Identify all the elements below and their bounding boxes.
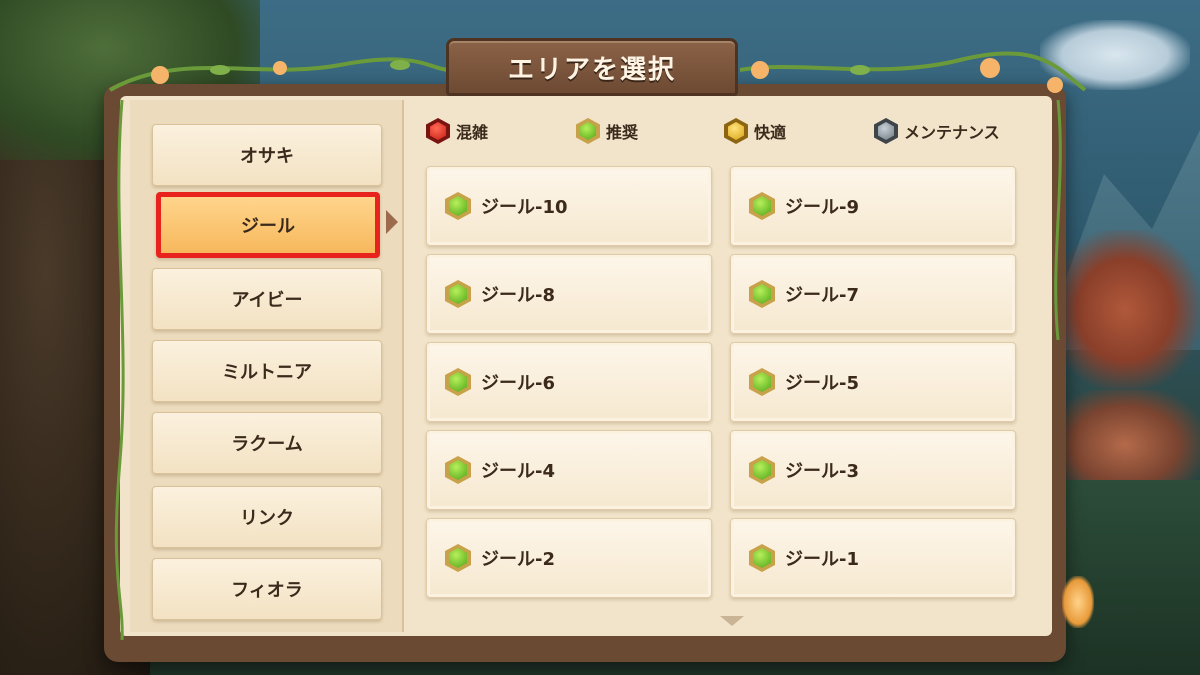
area-item-ivy[interactable]: アイビー [152, 268, 382, 330]
server-name: ジール-9 [785, 197, 859, 218]
green-gem-icon [576, 118, 600, 144]
green-gem-icon [749, 280, 775, 308]
area-item-label: リンク [240, 508, 294, 529]
server-zeal-2[interactable]: ジール-2 [426, 518, 712, 598]
server-zeal-9[interactable]: ジール-9 [730, 166, 1016, 246]
green-gem-icon [445, 368, 471, 396]
legend-comfortable: 快適 [724, 118, 786, 144]
server-zeal-10[interactable]: ジール-10 [426, 166, 712, 246]
area-item-zeal-selected[interactable]: ジール [156, 192, 380, 258]
server-name: ジール-6 [481, 373, 555, 394]
legend-label: 混雑 [456, 123, 489, 142]
title-plate: エリアを選択 [446, 38, 738, 96]
area-item-label: フィオラ [231, 580, 303, 601]
area-item-lacoom[interactable]: ラクーム [152, 412, 382, 474]
server-zeal-4[interactable]: ジール-4 [426, 430, 712, 510]
area-item-label: アイビー [231, 290, 303, 311]
area-item-link[interactable]: リンク [152, 486, 382, 548]
vine-left-icon [114, 100, 125, 640]
area-item-label: ジール [241, 216, 295, 237]
server-zeal-5[interactable]: ジール-5 [730, 342, 1016, 422]
legend-label: 推奨 [606, 123, 639, 142]
area-item-fiora[interactable]: フィオラ [152, 558, 382, 620]
green-gem-icon [749, 544, 775, 572]
server-zeal-7[interactable]: ジール-7 [730, 254, 1016, 334]
server-name: ジール-5 [785, 373, 859, 394]
server-name: ジール-4 [481, 461, 555, 482]
area-item-label: ラクーム [231, 434, 303, 455]
green-gem-icon [749, 368, 775, 396]
chevron-right-icon [386, 210, 398, 234]
area-item-miltonia[interactable]: ミルトニア [152, 340, 382, 402]
server-name: ジール-10 [481, 197, 568, 218]
green-gem-icon [445, 192, 471, 220]
green-gem-icon [749, 192, 775, 220]
server-name: ジール-2 [481, 549, 555, 570]
server-zeal-6[interactable]: ジール-6 [426, 342, 712, 422]
green-gem-icon [445, 544, 471, 572]
area-item-label: オサキ [240, 146, 294, 167]
legend-crowded: 混雑 [426, 118, 488, 144]
server-zeal-8[interactable]: ジール-8 [426, 254, 712, 334]
legend-maintenance: メンテナンス [874, 118, 1000, 144]
area-item-osaki[interactable]: オサキ [152, 124, 382, 186]
background-autumn-trees [1050, 230, 1200, 390]
green-gem-icon [445, 280, 471, 308]
server-zeal-1[interactable]: ジール-1 [730, 518, 1016, 598]
yellow-gem-icon [724, 118, 748, 144]
server-name: ジール-7 [785, 285, 859, 306]
legend-recommended: 推奨 [576, 118, 638, 144]
server-zeal-3[interactable]: ジール-3 [730, 430, 1016, 510]
butterfly-icon [1062, 576, 1094, 628]
server-name: ジール-8 [481, 285, 555, 306]
green-gem-icon [445, 456, 471, 484]
server-name: ジール-3 [785, 461, 859, 482]
chevron-down-icon[interactable] [719, 616, 745, 630]
page-title: エリアを選択 [507, 54, 676, 85]
background-cloud [1040, 20, 1190, 90]
legend-label: メンテナンス [904, 123, 1000, 142]
red-gem-icon [426, 118, 450, 144]
legend-label: 快適 [754, 123, 787, 142]
server-name: ジール-1 [785, 549, 859, 570]
green-gem-icon [749, 456, 775, 484]
gray-gem-icon [874, 118, 898, 144]
vine-right-icon [1054, 100, 1062, 341]
area-item-label: ミルトニア [222, 362, 312, 383]
